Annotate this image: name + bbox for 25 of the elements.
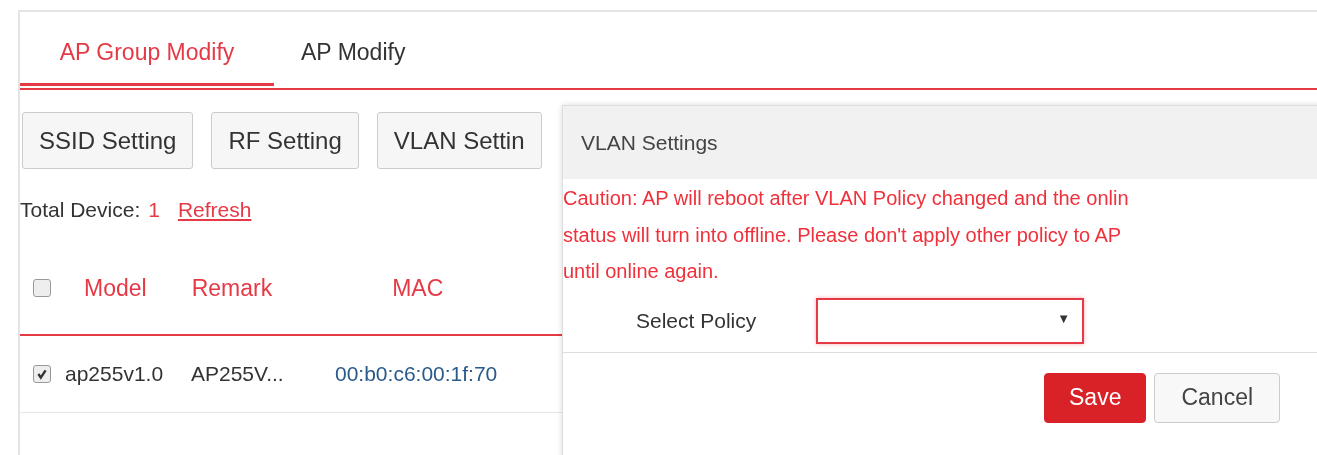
tab[interactable]: AP Modify xyxy=(274,22,433,86)
check-icon xyxy=(36,368,48,380)
select-all-checkbox[interactable] xyxy=(33,279,51,297)
refresh-link[interactable]: Refresh xyxy=(177,198,252,222)
table-cell-text: ap255v1.0 xyxy=(65,362,165,386)
row-checkbox[interactable] xyxy=(33,365,51,383)
save-button[interactable]: Save xyxy=(1044,372,1147,423)
caution-text: until online again. xyxy=(563,259,720,284)
policy-dropdown[interactable]: ▼ xyxy=(816,297,1084,344)
total-label: Total Device: xyxy=(20,198,141,222)
field-label: Select Policy xyxy=(636,308,758,333)
toolbar-button[interactable]: RF Setting xyxy=(211,112,359,169)
column-header: MAC xyxy=(392,274,444,302)
dialog-title: VLAN Settings xyxy=(581,130,718,155)
toolbar-button[interactable]: SSID Setting xyxy=(22,112,194,169)
cancel-button[interactable]: Cancel xyxy=(1154,372,1281,423)
tab[interactable]: AP Group Modify xyxy=(20,22,274,86)
caution-text: status will turn into offline. Please don't apply other policy to AP xyxy=(563,222,1123,248)
table-cell-text: AP255V... xyxy=(191,362,285,386)
column-header: Model xyxy=(84,274,147,302)
table-cell: 00:b0:c6:00:1f:70 xyxy=(335,362,498,386)
column-header: Remark xyxy=(191,274,273,302)
toolbar-button[interactable]: VLAN Settin xyxy=(376,112,542,169)
device-count: 1 xyxy=(148,198,160,222)
caution-text: Caution: AP will reboot after VLAN Policy changed and the onlin xyxy=(563,186,1130,211)
